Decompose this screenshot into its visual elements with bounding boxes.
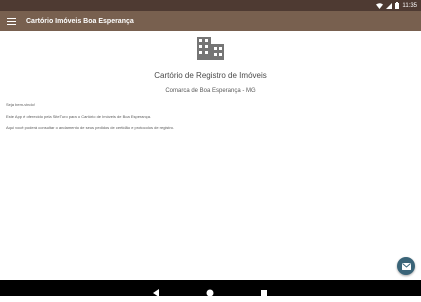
intro-text: Este App é oferecido pela SiteTuro para …	[6, 114, 152, 119]
building-icon	[197, 37, 224, 60]
main-content: Cartório de Registro de Imóveis Comarca …	[0, 31, 421, 280]
status-time: 11:35	[402, 2, 417, 9]
app-bar: Cartório Imóveis Boa Esperança	[0, 11, 421, 31]
email-icon	[401, 257, 411, 275]
description-text: Aqui você poderá consultar o andamento d…	[6, 125, 175, 130]
email-button[interactable]	[397, 257, 415, 275]
home-icon[interactable]	[206, 284, 214, 297]
navigation-bar	[0, 280, 421, 297]
recents-icon[interactable]	[260, 284, 268, 296]
page-subtitle: Comarca de Boa Esperança - MG	[165, 88, 256, 94]
cellular-signal-icon	[386, 2, 393, 9]
battery-icon	[395, 2, 400, 9]
page-title: Cartório de Registro de Imóveis	[154, 71, 267, 80]
wifi-icon	[376, 2, 384, 9]
hamburger-menu-icon[interactable]	[0, 11, 22, 31]
back-icon[interactable]	[153, 284, 161, 297]
status-bar: 11:35	[0, 0, 421, 11]
welcome-text: Seja bem-vindo!	[6, 102, 35, 107]
app-title: Cartório Imóveis Boa Esperança	[26, 17, 134, 25]
